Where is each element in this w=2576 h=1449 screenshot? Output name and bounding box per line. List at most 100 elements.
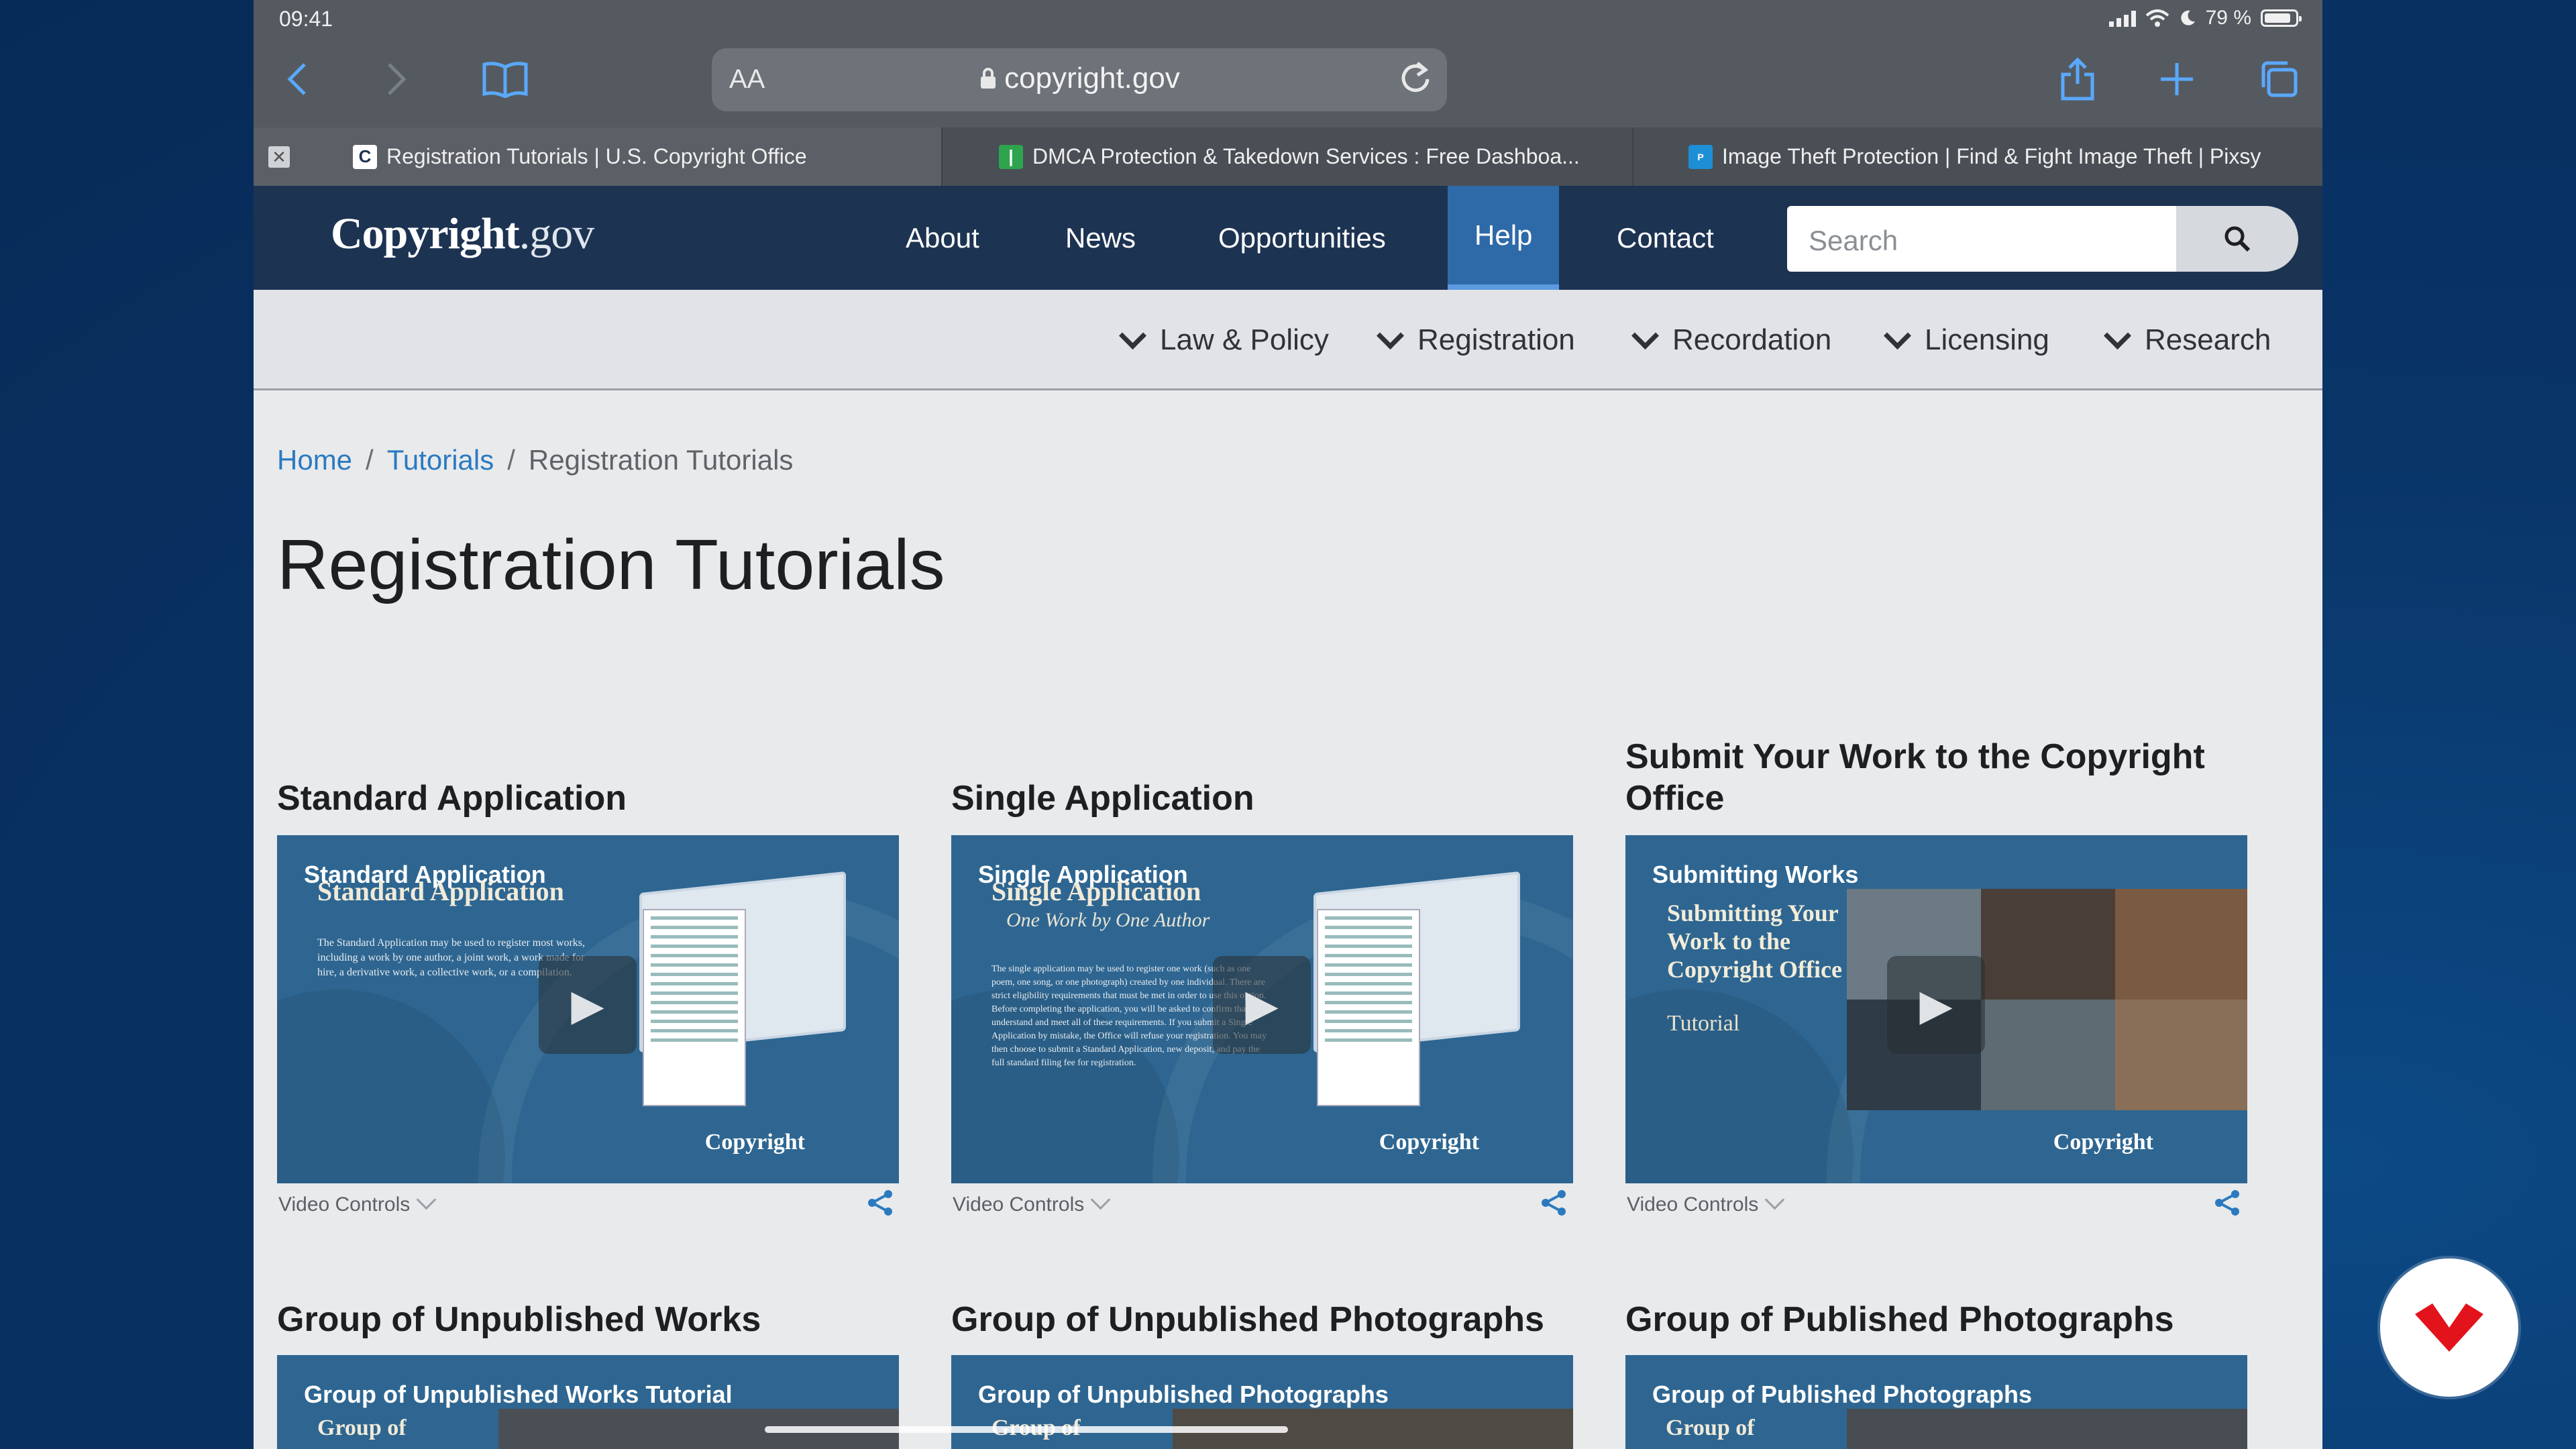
search-icon (2224, 226, 2251, 252)
chevron-right-icon (388, 63, 407, 95)
video-logo: Copyright (704, 1130, 805, 1155)
tab-dmca[interactable]: | DMCA Protection & Takedown Services : … (941, 127, 1632, 186)
book-icon (482, 62, 528, 98)
ipad-screen: 09:41 79 % AA copyright.gov ✕ C Registra… (254, 0, 2322, 1449)
video-heading: Group of Unpublished Photographs (978, 1381, 1389, 1408)
video-subheading: Standard Application (317, 876, 564, 906)
dmca-favicon-icon: | (999, 144, 1023, 169)
nav-opportunities[interactable]: Opportunities (1218, 186, 1386, 290)
back-button[interactable] (274, 55, 321, 103)
chevron-down-icon (1764, 1189, 1785, 1210)
video-heading: Group of Unpublished Works Tutorial (304, 1381, 733, 1408)
video-player-group-published-photographs[interactable]: Group of Published Photographs Group of (1625, 1355, 2247, 1449)
moon-icon (2180, 10, 2195, 25)
chevron-down-icon (1090, 1189, 1111, 1210)
card-title: Single Application (951, 779, 1254, 818)
play-button[interactable]: ▶ (1887, 956, 1985, 1054)
chevron-down-icon (1376, 321, 1405, 350)
video-serif-title: Submitting Your Work to the Copyright Of… (1667, 900, 1842, 983)
video-italic-subtitle: One Work by One Author (1006, 909, 1210, 931)
card-title: Group of Unpublished Works (277, 1300, 761, 1339)
video-controls-toggle[interactable]: Video Controls (953, 1189, 1111, 1216)
reload-button[interactable] (1399, 59, 1432, 104)
tab-title: Image Theft Protection | Find & Fight Im… (1722, 144, 2261, 168)
tab-registration-tutorials[interactable]: ✕ C Registration Tutorials | U.S. Copyri… (254, 127, 941, 186)
nav-contact[interactable]: Contact (1617, 186, 1714, 290)
video-player-submitting-works[interactable]: Submitting Works Submitting Your Work to… (1625, 835, 2247, 1183)
nav-about[interactable]: About (906, 186, 979, 290)
chevron-down-icon (1883, 321, 1912, 350)
share-icon[interactable] (867, 1189, 895, 1217)
document-graphic (643, 909, 746, 1106)
subnav-law-policy[interactable]: Law & Policy (1118, 321, 1329, 357)
copyright-logo[interactable]: Copyright.gov (331, 209, 594, 260)
search-input[interactable]: Search (1787, 206, 2176, 272)
play-icon: ▶ (1919, 980, 1953, 1029)
chevron-down-icon (1118, 321, 1147, 350)
video-subheading: Group of (1666, 1415, 1755, 1440)
battery-percent: 79 % (2205, 7, 2251, 29)
chevron-down-icon (416, 1189, 437, 1210)
card-title: Group of Published Photographs (1625, 1300, 2174, 1339)
play-button[interactable]: ▶ (539, 956, 637, 1054)
subnav-licensing[interactable]: Licensing (1883, 321, 2049, 357)
site-header: Copyright.gov About News Opportunities H… (254, 186, 2322, 290)
video-player-standard-application[interactable]: Standard Application Standard Applicatio… (277, 835, 899, 1183)
video-controls-toggle[interactable]: Video Controls (278, 1189, 437, 1216)
nav-help[interactable]: Help (1448, 186, 1560, 290)
tabs-icon (2261, 61, 2298, 97)
tab-strip: ✕ C Registration Tutorials | U.S. Copyri… (254, 127, 2322, 186)
chevron-down-icon (1631, 321, 1660, 350)
play-icon: ▶ (571, 980, 604, 1029)
forward-button[interactable] (373, 55, 420, 103)
play-button[interactable]: ▶ (1213, 956, 1311, 1054)
nav-news[interactable]: News (1065, 186, 1136, 290)
video-heading: Group of Published Photographs (1652, 1381, 2032, 1408)
browser-chrome: 09:41 79 % AA copyright.gov ✕ C Registra… (254, 0, 2322, 186)
status-indicators: 79 % (2108, 7, 2302, 30)
photo-collage (1847, 1409, 2247, 1449)
play-icon: ▶ (1245, 980, 1279, 1029)
pixsy-favicon-icon: P (1688, 144, 1713, 169)
breadcrumb-home[interactable]: Home (277, 444, 352, 476)
breadcrumb: Home / Tutorials / Registration Tutorials (277, 444, 794, 476)
close-tab-button[interactable]: ✕ (268, 146, 290, 168)
card-title: Group of Unpublished Photographs (951, 1300, 1544, 1339)
share-icon (2061, 57, 2094, 101)
video-heading: Submitting Works (1652, 861, 1859, 888)
share-button[interactable] (2054, 55, 2101, 103)
video-logo: Copyright (2053, 1130, 2153, 1155)
video-subheading: Single Application (991, 876, 1201, 906)
document-graphic (1317, 909, 1420, 1106)
bookmarks-button[interactable] (475, 55, 535, 103)
secondary-nav: Law & Policy Registration Recordation Li… (254, 290, 2322, 390)
main-content: Home / Tutorials / Registration Tutorials Re… (254, 390, 2322, 1449)
home-indicator (765, 1426, 1288, 1433)
share-icon[interactable] (1540, 1189, 1568, 1217)
reload-icon (1401, 62, 1430, 92)
tab-overview-button[interactable] (2255, 55, 2302, 103)
page-title: Registration Tutorials (277, 525, 945, 604)
video-controls-toggle[interactable]: Video Controls (1627, 1189, 1785, 1216)
video-logo: Copyright (1379, 1130, 1479, 1155)
lock-icon (981, 68, 996, 89)
breadcrumb-tutorials[interactable]: Tutorials (387, 444, 494, 476)
subnav-registration[interactable]: Registration (1376, 321, 1575, 357)
tab-pixsy[interactable]: P Image Theft Protection | Find & Fight … (1632, 127, 2322, 186)
search-button[interactable] (2176, 206, 2298, 272)
address-bar[interactable]: AA copyright.gov (712, 48, 1447, 111)
video-player-single-application[interactable]: Single Application Single Application On… (951, 835, 1573, 1183)
video-player-group-unpublished-works[interactable]: Group of Unpublished Works Tutorial Grou… (277, 1355, 899, 1449)
share-icon[interactable] (2214, 1189, 2242, 1217)
subnav-research[interactable]: Research (2103, 321, 2271, 357)
red-chevron-logo-icon (2415, 1303, 2483, 1352)
new-tab-button[interactable] (2153, 55, 2200, 103)
plus-icon (2161, 63, 2193, 95)
subnav-recordation[interactable]: Recordation (1631, 321, 1831, 357)
floating-logo-button[interactable] (2380, 1258, 2518, 1397)
battery-icon (2261, 9, 2302, 27)
breadcrumb-current: Registration Tutorials (528, 444, 794, 476)
tab-title: Registration Tutorials | U.S. Copyright … (386, 144, 807, 168)
video-player-group-unpublished-photographs[interactable]: Group of Unpublished Photographs Group o… (951, 1355, 1573, 1449)
signal-icon (2108, 9, 2136, 27)
